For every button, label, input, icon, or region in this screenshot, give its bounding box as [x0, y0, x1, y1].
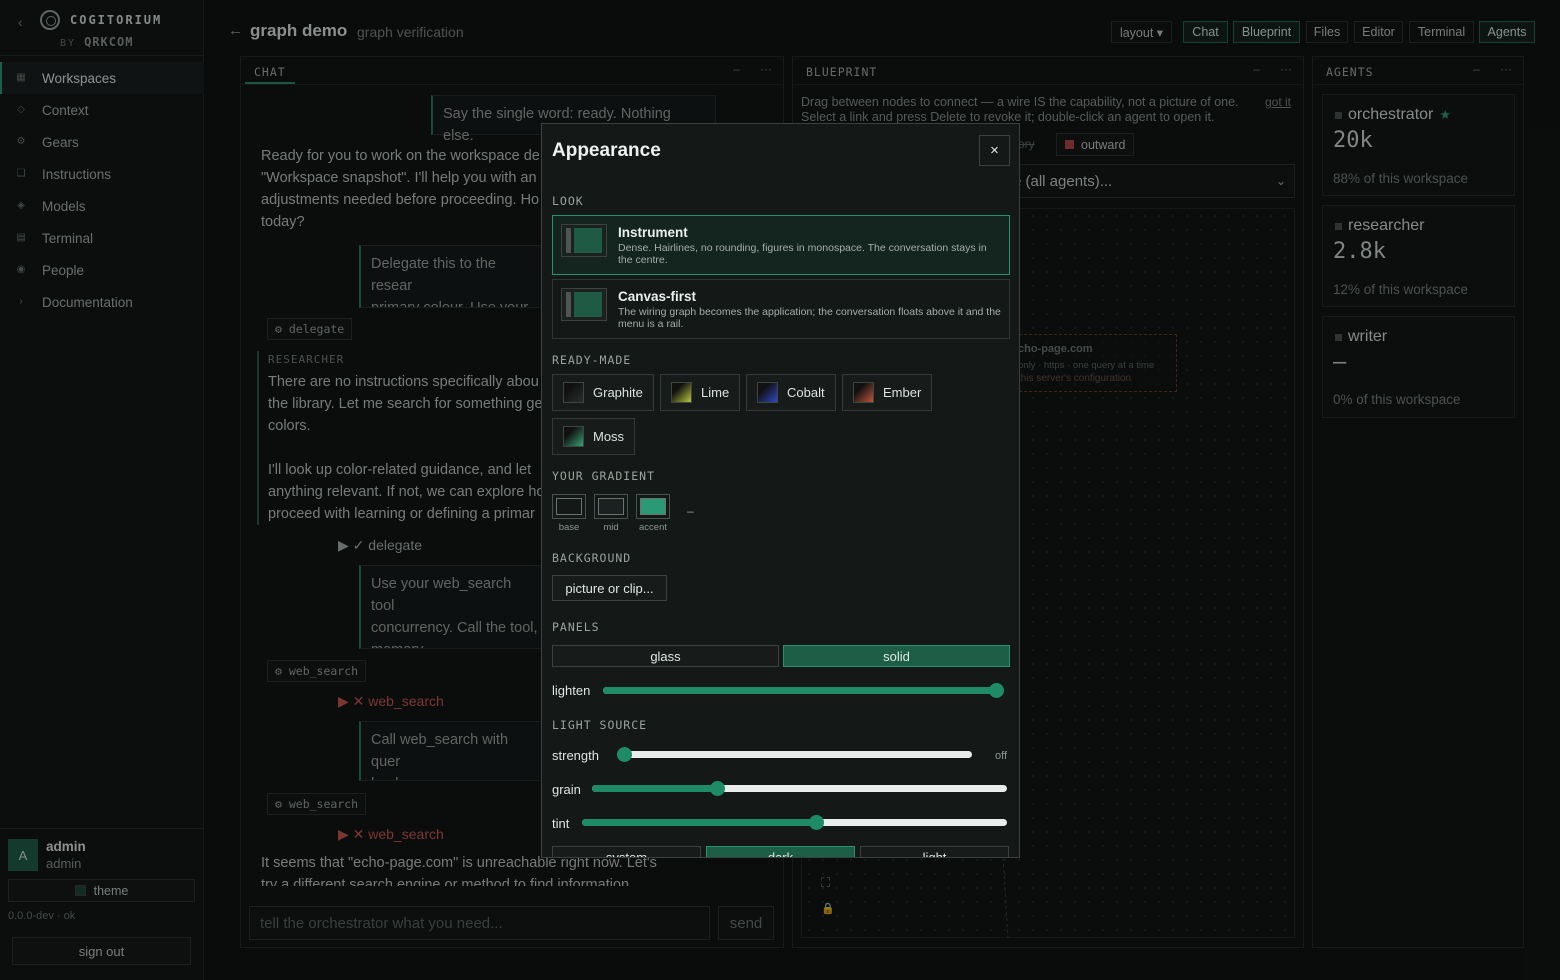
close-button[interactable]: ×	[979, 135, 1010, 166]
tint-slider[interactable]	[582, 815, 1007, 830]
swatch-icon	[757, 382, 778, 403]
grain-label: grain	[552, 782, 581, 797]
section-your-gradient: YOUR GRADIENT	[552, 469, 656, 483]
slider-fill	[582, 819, 816, 826]
grain-slider[interactable]	[592, 781, 1007, 796]
lighten-label: lighten	[552, 683, 591, 698]
look-option-canvas-first[interactable]: Canvas-first The wiring graph becomes th…	[552, 279, 1010, 339]
tint-label: tint	[552, 816, 570, 831]
swatch-icon	[563, 426, 584, 447]
swatch-icon	[671, 382, 692, 403]
preset-label: Lime	[701, 385, 730, 400]
mode-system[interactable]: system	[552, 846, 701, 857]
panels-glass-toggle[interactable]: glass	[552, 645, 779, 667]
look-thumbnail-icon	[561, 224, 607, 257]
look-name: Canvas-first	[618, 289, 697, 304]
section-background: BACKGROUND	[552, 551, 632, 565]
preset-ember[interactable]: Ember	[842, 374, 933, 411]
slider-thumb[interactable]	[617, 747, 632, 762]
gradient-mid-swatch[interactable]	[594, 494, 628, 519]
look-option-instrument[interactable]: Instrument Dense. Hairlines, no rounding…	[552, 215, 1010, 275]
preset-label: Graphite	[593, 385, 643, 400]
slider-fill	[592, 785, 717, 792]
gradient-fill	[640, 498, 666, 515]
gradient-fill	[598, 498, 624, 515]
mode-dark[interactable]: dark	[706, 846, 855, 857]
preset-label: Cobalt	[787, 385, 825, 400]
gradient-label: accent	[639, 522, 667, 533]
slider-thumb[interactable]	[989, 683, 1004, 698]
strength-off-label: off	[995, 750, 1008, 762]
panels-solid-toggle[interactable]: solid	[783, 645, 1010, 667]
section-panels: PANELS	[552, 620, 600, 634]
swatch-icon	[853, 382, 874, 403]
appearance-dialog: Appearance × LOOK Instrument Dense. Hair…	[541, 123, 1020, 858]
slider-fill	[603, 687, 996, 694]
slider-thumb[interactable]	[709, 781, 725, 796]
preset-graphite[interactable]: Graphite	[552, 374, 654, 411]
slider-thumb[interactable]	[808, 815, 824, 830]
look-description: Dense. Hairlines, no rounding, figures i…	[618, 242, 987, 266]
preset-label: Moss	[593, 429, 625, 444]
strength-slider[interactable]	[617, 747, 972, 762]
gradient-dash: –	[687, 504, 694, 518]
preset-label: Ember	[883, 385, 922, 400]
gradient-label: mid	[603, 522, 619, 533]
section-ready-made: READY-MADE	[552, 353, 632, 367]
look-description: The wiring graph becomes the application…	[618, 306, 1001, 330]
picture-or-clip-button[interactable]: picture or clip...	[552, 575, 667, 601]
lighten-slider[interactable]	[603, 683, 1004, 698]
section-light-source: LIGHT SOURCE	[552, 718, 648, 732]
section-look: LOOK	[552, 194, 584, 208]
look-name: Instrument	[618, 225, 688, 240]
gradient-accent-swatch[interactable]	[636, 494, 670, 519]
preset-cobalt[interactable]: Cobalt	[746, 374, 836, 411]
gradient-fill	[556, 498, 582, 515]
preset-lime[interactable]: Lime	[660, 374, 741, 411]
look-thumbnail-icon	[561, 288, 607, 321]
strength-label: strength	[552, 748, 599, 763]
gradient-base-swatch[interactable]	[552, 494, 586, 519]
swatch-icon	[563, 382, 584, 403]
preset-moss[interactable]: Moss	[552, 418, 636, 455]
dialog-title: Appearance	[552, 140, 661, 161]
gradient-label: base	[558, 522, 580, 533]
mode-light[interactable]: light	[860, 846, 1009, 857]
